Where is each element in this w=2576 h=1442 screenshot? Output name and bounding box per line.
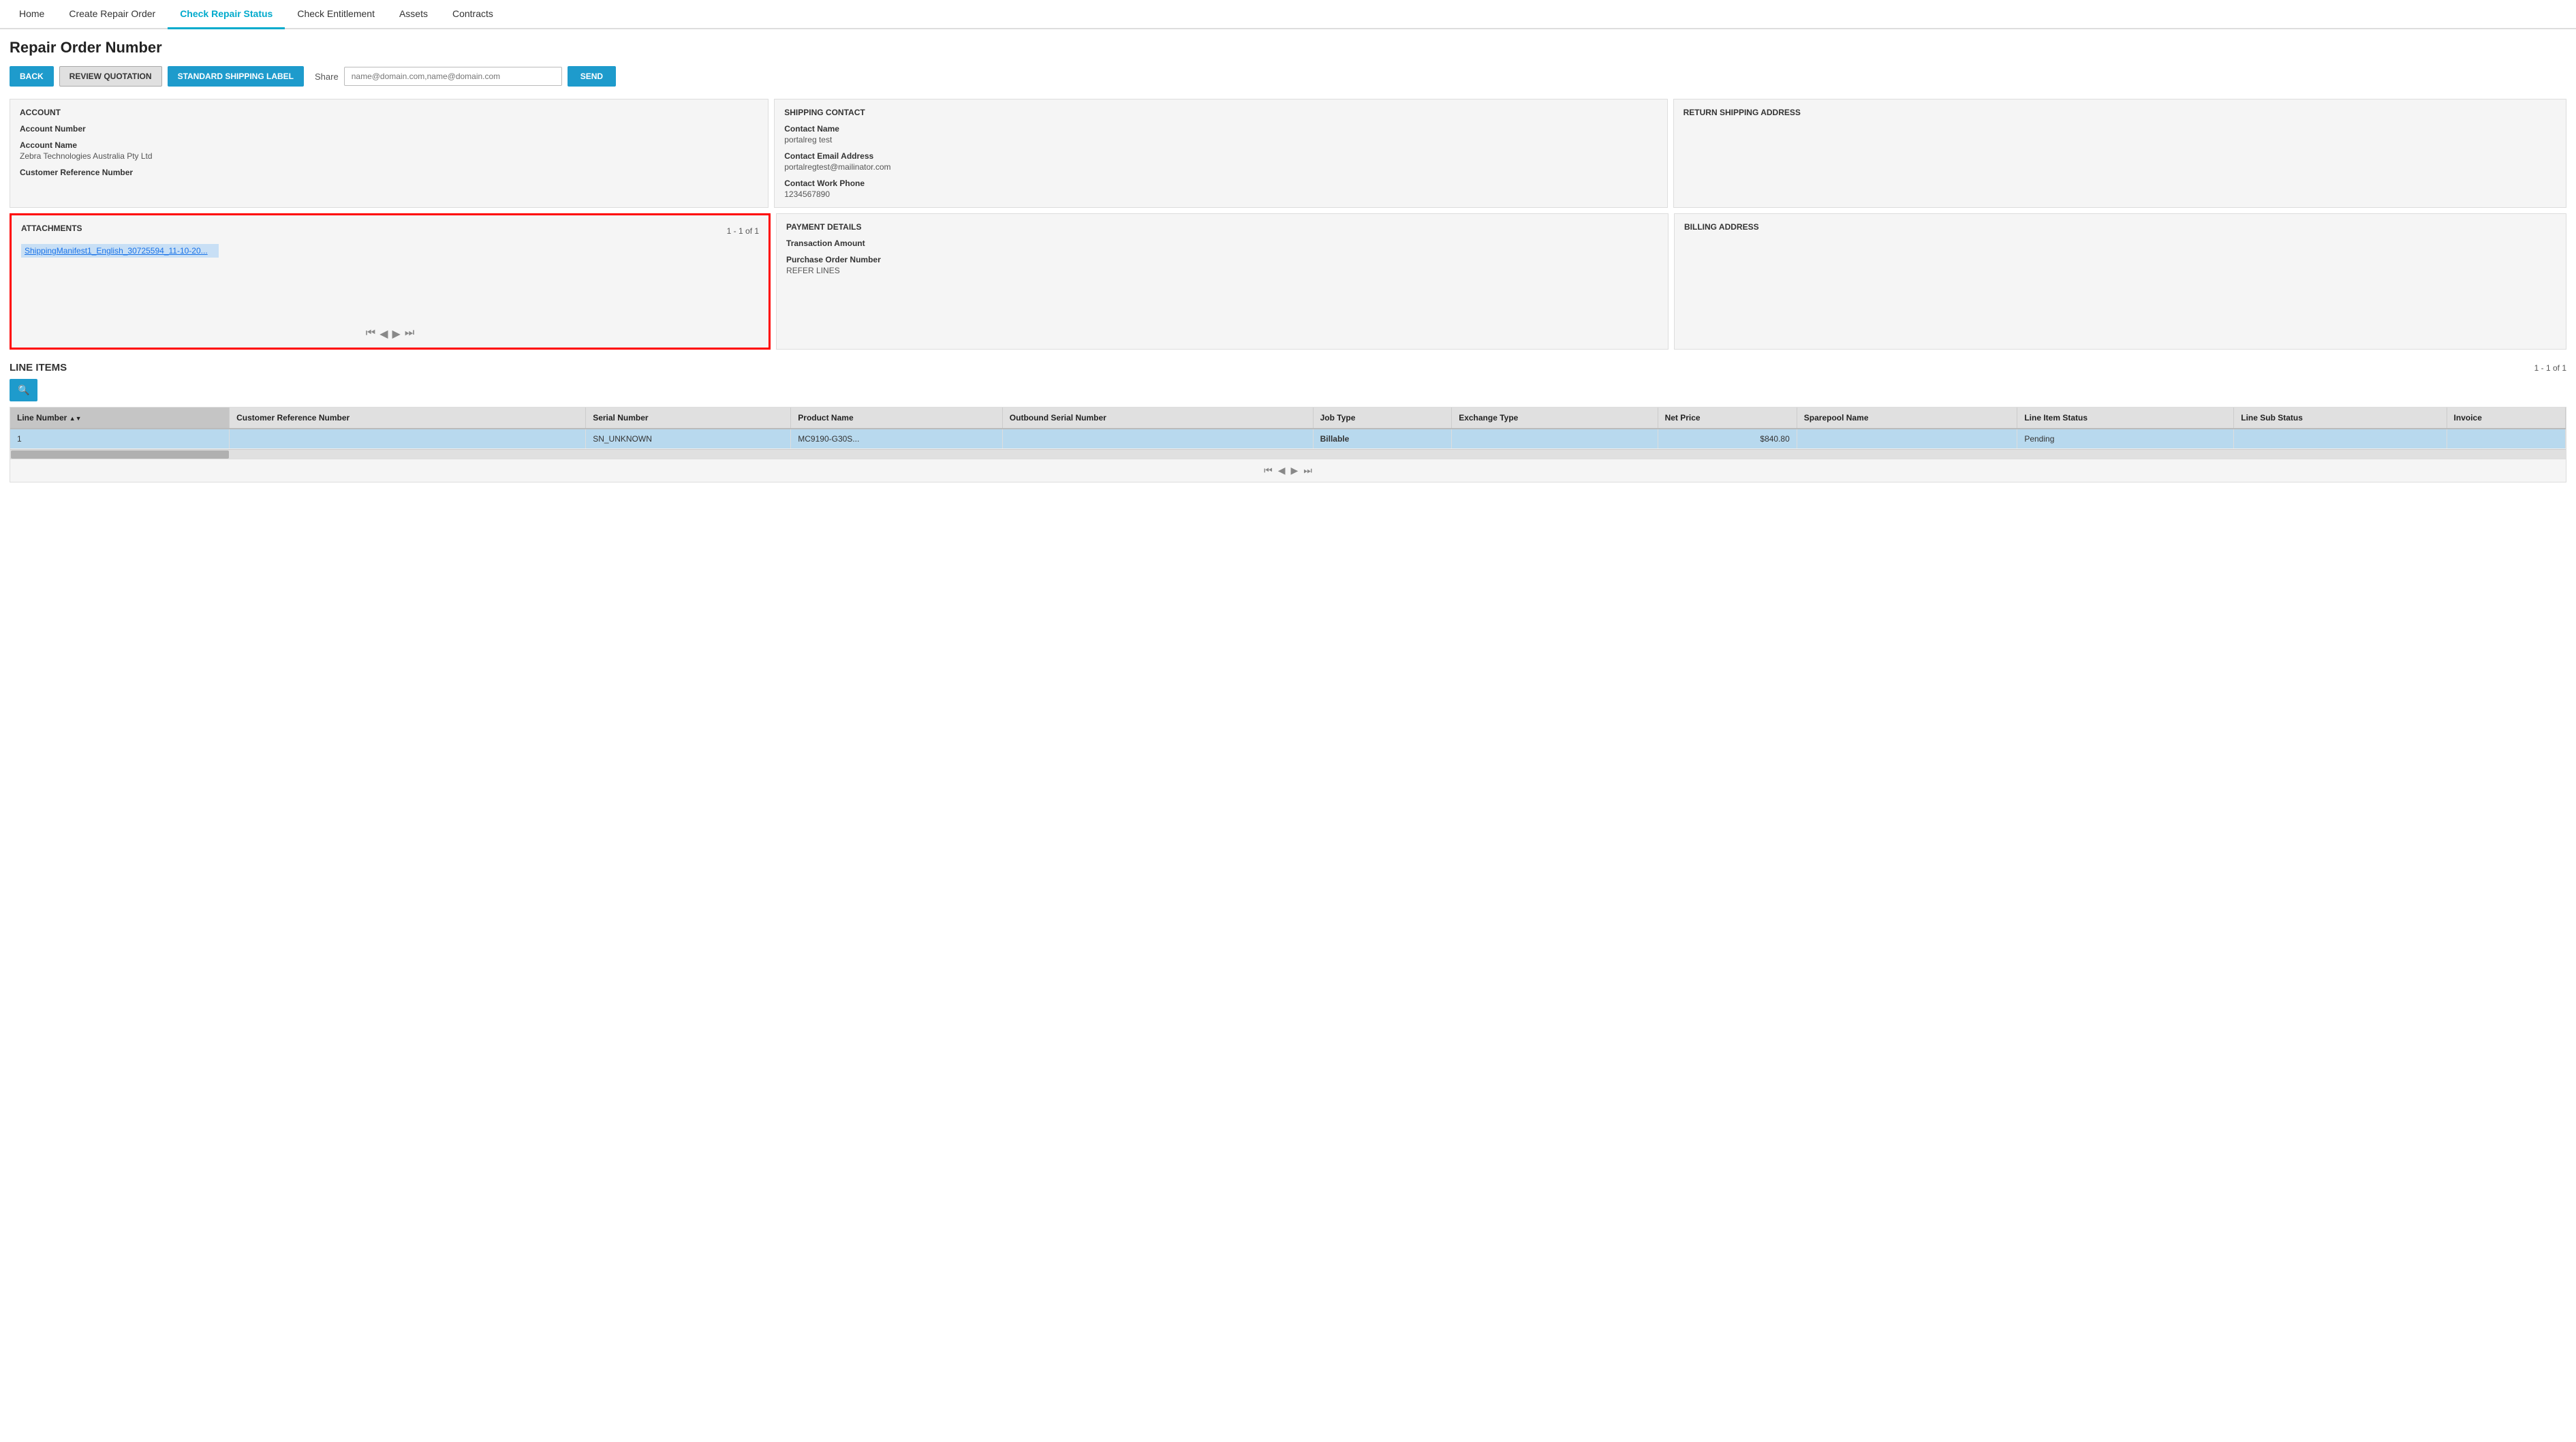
- table-col-product-name[interactable]: Product Name: [791, 408, 1003, 429]
- shipping-contact-field-value: 1234567890: [784, 189, 1657, 199]
- table-cell: $840.80: [1658, 429, 1797, 449]
- line-items-section: LINE ITEMS 1 - 1 of 1 🔍 Line Number ▲▼Cu…: [0, 352, 2576, 482]
- table-cell: MC9190-G30S...: [791, 429, 1003, 449]
- attachment-link[interactable]: ShippingManifest1_English_30725594_11-10…: [21, 244, 219, 258]
- shipping-contact-field-label: Contact Work Phone: [784, 179, 1657, 188]
- line-items-table-wrapper: Line Number ▲▼Customer Reference NumberS…: [10, 407, 2566, 482]
- table-cell: [2447, 429, 2565, 449]
- table-cell: [230, 429, 586, 449]
- search-icon: 🔍: [18, 384, 29, 395]
- page-title: Repair Order Number: [10, 39, 2566, 57]
- nav-item-home[interactable]: Home: [7, 0, 57, 29]
- payment-details-section: PAYMENT DETAILS Transaction Amount Purcha…: [776, 213, 1669, 350]
- info-row-2: ATTACHMENTS 1 - 1 of 1 ShippingManifest1…: [0, 211, 2576, 352]
- line-items-table: Line Number ▲▼Customer Reference NumberS…: [10, 408, 2566, 449]
- table-pagination-last[interactable]: ⏭: [1303, 465, 1312, 476]
- table-col-outbound-serial-number[interactable]: Outbound Serial Number: [1002, 408, 1313, 429]
- table-pagination-first[interactable]: ⏮: [1264, 465, 1273, 476]
- table-cell: [2234, 429, 2447, 449]
- table-cell: [1797, 429, 2017, 449]
- attachments-count: 1 - 1 of 1: [727, 226, 759, 236]
- toolbar: BACK REVIEW QUOTATION STANDARD SHIPPING …: [0, 61, 2576, 96]
- send-button[interactable]: SEND: [568, 66, 616, 87]
- back-button[interactable]: BACK: [10, 66, 54, 87]
- main-nav: HomeCreate Repair OrderCheck Repair Stat…: [0, 0, 2576, 29]
- table-footer: ⏮ ◀ ▶ ⏭: [10, 459, 2566, 482]
- share-email-input[interactable]: [344, 67, 562, 86]
- shipping-contact-field-label: Contact Name: [784, 124, 1657, 134]
- table-col-serial-number[interactable]: Serial Number: [586, 408, 791, 429]
- nav-item-contracts[interactable]: Contracts: [440, 0, 506, 29]
- line-items-count: 1 - 1 of 1: [2534, 363, 2566, 373]
- attachments-section: ATTACHMENTS 1 - 1 of 1 ShippingManifest1…: [10, 213, 771, 350]
- table-cell: Pending: [2017, 429, 2234, 449]
- horizontal-scrollbar[interactable]: [10, 449, 2566, 459]
- payment-field-value: REFER LINES: [786, 266, 1658, 275]
- account-section: ACCOUNT Account Number Account NameZebra …: [10, 99, 769, 208]
- account-field-label: Account Number: [20, 124, 758, 134]
- account-field-value: Zebra Technologies Australia Pty Ltd: [20, 151, 758, 161]
- billing-address-section: BILLING ADDRESS: [1674, 213, 2566, 350]
- pagination-last-icon[interactable]: ⏭: [405, 327, 414, 341]
- table-col-exchange-type[interactable]: Exchange Type: [1452, 408, 1658, 429]
- table-col-job-type[interactable]: Job Type: [1313, 408, 1452, 429]
- table-col-net-price[interactable]: Net Price: [1658, 408, 1797, 429]
- table-cell: [1452, 429, 1658, 449]
- attachments-pagination: ⏮ ◀ ▶ ⏭: [12, 327, 769, 341]
- nav-item-check-repair-status[interactable]: Check Repair Status: [168, 0, 285, 29]
- account-field-label: Customer Reference Number: [20, 168, 758, 177]
- return-shipping-title: RETURN SHIPPING ADDRESS: [1683, 108, 2556, 117]
- nav-item-check-entitlement[interactable]: Check Entitlement: [285, 0, 387, 29]
- pagination-first-icon[interactable]: ⏮: [366, 327, 375, 341]
- table-pagination-prev[interactable]: ◀: [1278, 465, 1286, 476]
- billing-address-title: BILLING ADDRESS: [1684, 222, 2556, 232]
- pagination-next-icon[interactable]: ▶: [392, 327, 401, 341]
- table-cell: [1002, 429, 1313, 449]
- shipping-contact-field-label: Contact Email Address: [784, 151, 1657, 161]
- table-col-line-number[interactable]: Line Number ▲▼: [10, 408, 230, 429]
- return-shipping-section: RETURN SHIPPING ADDRESS: [1673, 99, 2566, 208]
- table-col-line-item-status[interactable]: Line Item Status: [2017, 408, 2234, 429]
- info-row-1: ACCOUNT Account Number Account NameZebra …: [0, 96, 2576, 211]
- nav-item-create-repair-order[interactable]: Create Repair Order: [57, 0, 168, 29]
- share-label: Share: [315, 72, 339, 82]
- nav-item-assets[interactable]: Assets: [387, 0, 440, 29]
- payment-field-label: Transaction Amount: [786, 239, 1658, 248]
- line-items-search-button[interactable]: 🔍: [10, 379, 37, 401]
- review-quotation-button[interactable]: REVIEW QUOTATION: [59, 66, 162, 87]
- account-field-label: Account Name: [20, 140, 758, 150]
- table-col-sparepool-name[interactable]: Sparepool Name: [1797, 408, 2017, 429]
- scrollbar-thumb[interactable]: [11, 450, 229, 459]
- standard-shipping-label-button[interactable]: STANDARD SHIPPING LABEL: [168, 66, 304, 87]
- table-col-line-sub-status[interactable]: Line Sub Status: [2234, 408, 2447, 429]
- table-cell: 1: [10, 429, 230, 449]
- attachments-title: ATTACHMENTS: [21, 224, 82, 233]
- shipping-contact-field-value: portalregtest@mailinator.com: [784, 162, 1657, 172]
- payment-field-label: Purchase Order Number: [786, 255, 1658, 264]
- table-pagination-next[interactable]: ▶: [1291, 465, 1299, 476]
- payment-details-title: PAYMENT DETAILS: [786, 222, 1658, 232]
- account-title: ACCOUNT: [20, 108, 758, 117]
- table-cell: Billable: [1313, 429, 1452, 449]
- table-col-invoice[interactable]: Invoice: [2447, 408, 2565, 429]
- shipping-contact-section: SHIPPING CONTACT Contact Nameportalreg t…: [774, 99, 1667, 208]
- table-cell: SN_UNKNOWN: [586, 429, 791, 449]
- table-row[interactable]: 1 SN_UNKNOWNMC9190-G30S... Billable $840.80…: [10, 429, 2566, 449]
- shipping-contact-title: SHIPPING CONTACT: [784, 108, 1657, 117]
- table-col-customer-reference-number[interactable]: Customer Reference Number: [230, 408, 586, 429]
- pagination-prev-icon[interactable]: ◀: [379, 327, 388, 341]
- shipping-contact-field-value: portalreg test: [784, 135, 1657, 144]
- line-items-title: LINE ITEMS: [10, 362, 67, 373]
